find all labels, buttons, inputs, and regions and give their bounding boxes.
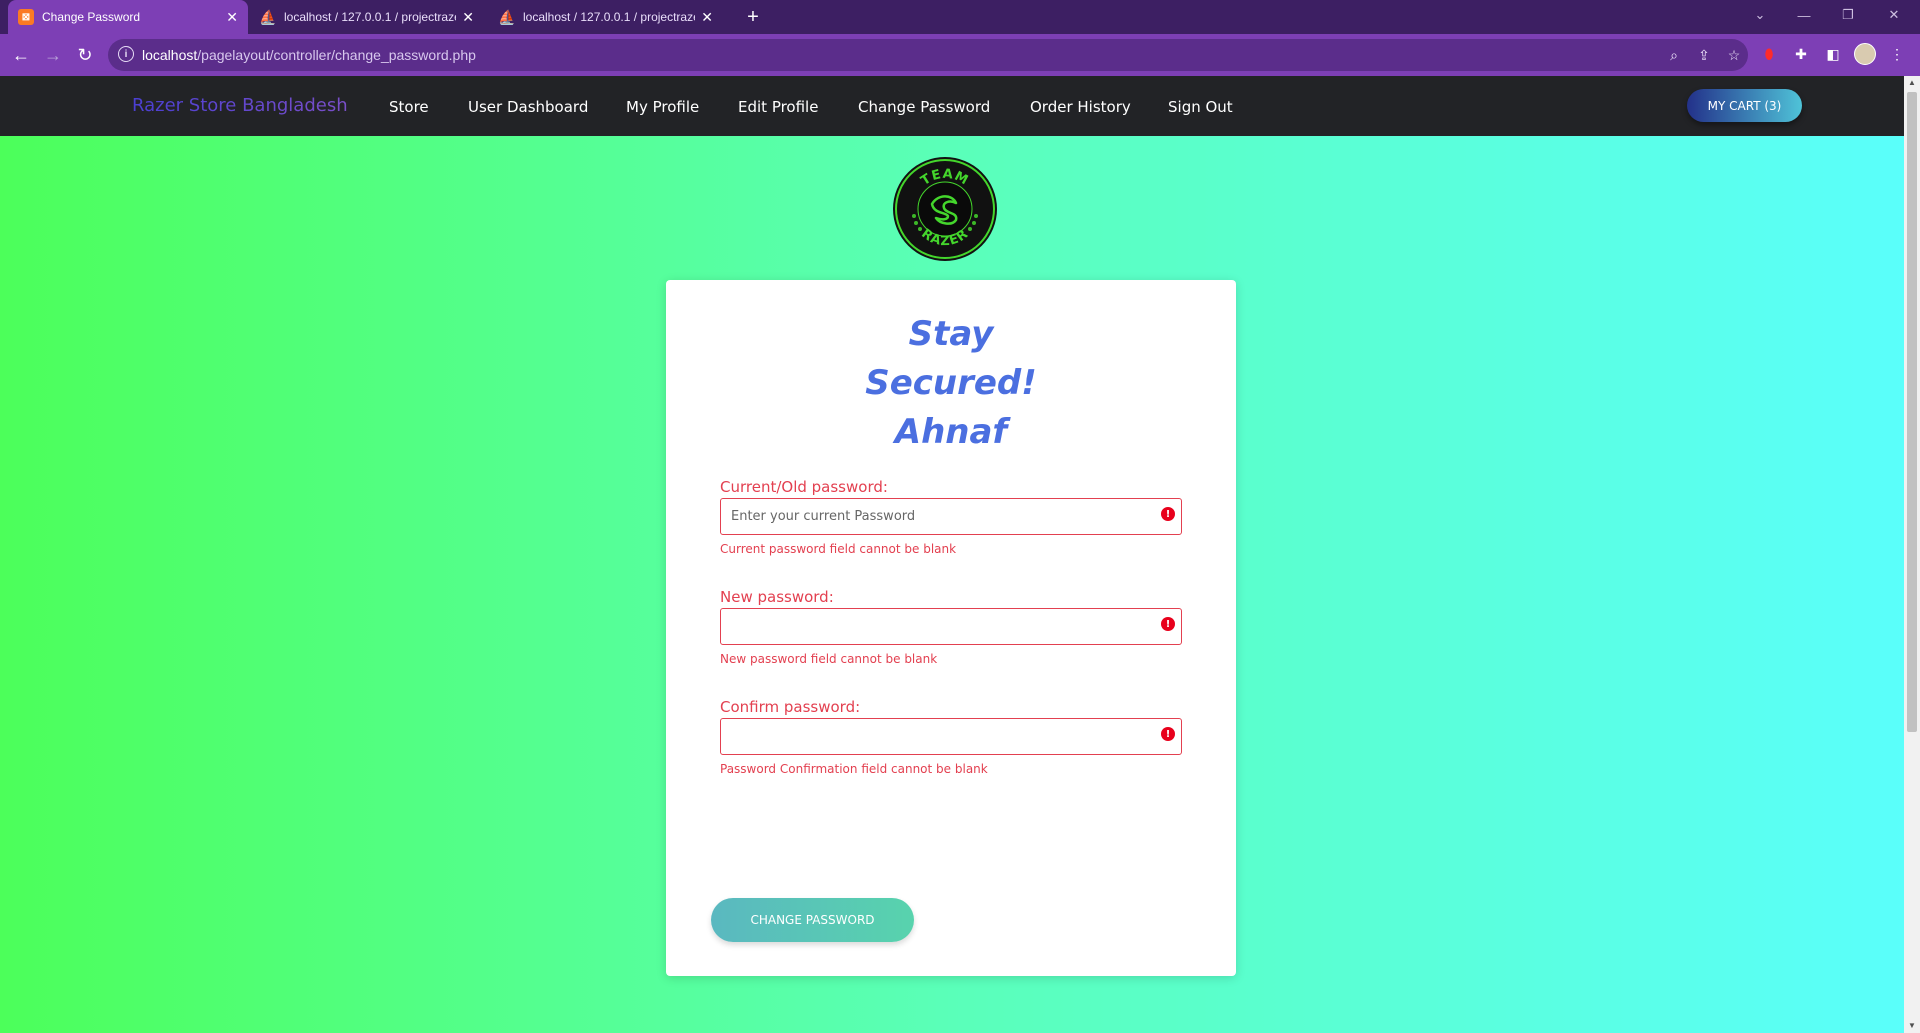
- tab-title: Change Password: [42, 10, 141, 24]
- phpmyadmin-favicon-icon: ⛵: [498, 8, 516, 25]
- scrollbar-thumb[interactable]: [1907, 92, 1917, 732]
- restore-button[interactable]: ❐: [1826, 0, 1870, 30]
- browser-toolbar: ← → ↻ i localhost/pagelayout/controller/…: [0, 34, 1920, 76]
- error-icon: !: [1161, 617, 1175, 631]
- close-window-button[interactable]: ✕: [1872, 0, 1916, 30]
- scroll-down-arrow-icon[interactable]: ▼: [1908, 1021, 1916, 1030]
- close-tab-icon[interactable]: ✕: [701, 9, 713, 26]
- site-info-icon[interactable]: i: [118, 46, 134, 62]
- current-password-error: Current password field cannot be blank: [720, 542, 957, 556]
- phpmyadmin-favicon-icon: ⛵: [259, 8, 277, 25]
- current-password-input[interactable]: [720, 498, 1182, 535]
- nav-store[interactable]: Store: [389, 98, 429, 116]
- reload-icon[interactable]: ↻: [72, 42, 98, 68]
- title-line: Secured!: [865, 363, 1037, 403]
- url-text: localhost/pagelayout/controller/change_p…: [142, 47, 476, 63]
- browser-tab-strip: ⊠ Change Password ✕ ⛵ localhost / 127.0.…: [0, 0, 1920, 34]
- tab-change-password[interactable]: ⊠ Change Password ✕: [8, 0, 248, 34]
- title-line: Stay: [908, 314, 994, 354]
- bookmark-star-icon[interactable]: ☆: [1725, 46, 1743, 64]
- new-tab-button[interactable]: +: [739, 3, 767, 31]
- tab-title: localhost / 127.0.0.1 / projectrazer: [523, 10, 696, 24]
- more-menu-icon[interactable]: ⋮: [1886, 43, 1908, 65]
- nav-user-dashboard[interactable]: User Dashboard: [468, 98, 588, 116]
- tab-phpmyadmin-1[interactable]: ⛵ localhost / 127.0.0.1 / projectrazer ✕: [250, 0, 484, 34]
- page-title: Stay Secured! Ahnaf: [666, 310, 1236, 457]
- page-scrollbar[interactable]: ▲ ▼: [1904, 76, 1920, 1033]
- site-navbar: Razer Store Bangladesh Store User Dashbo…: [0, 76, 1904, 136]
- address-bar[interactable]: i localhost/pagelayout/controller/change…: [108, 39, 1748, 71]
- nav-change-password[interactable]: Change Password: [858, 98, 990, 116]
- new-password-label: New password:: [720, 588, 834, 606]
- forward-arrow-icon[interactable]: →: [40, 42, 66, 68]
- error-icon: !: [1161, 727, 1175, 741]
- nav-order-history[interactable]: Order History: [1030, 98, 1131, 116]
- error-icon: !: [1161, 507, 1175, 521]
- extension-shield-icon[interactable]: ⬮: [1758, 43, 1780, 65]
- change-password-card: Stay Secured! Ahnaf Current/Old password…: [666, 280, 1236, 976]
- current-password-label: Current/Old password:: [720, 478, 888, 496]
- nav-edit-profile[interactable]: Edit Profile: [738, 98, 818, 116]
- nav-sign-out[interactable]: Sign Out: [1168, 98, 1233, 116]
- tab-search-chevron-icon[interactable]: ⌄: [1738, 0, 1782, 30]
- back-arrow-icon[interactable]: ←: [8, 42, 34, 68]
- confirm-password-input[interactable]: [720, 718, 1182, 755]
- page-viewport: Razer Store Bangladesh Store User Dashbo…: [0, 76, 1904, 1033]
- profile-avatar[interactable]: [1854, 43, 1876, 65]
- zoom-icon[interactable]: ⌕: [1665, 46, 1683, 64]
- extensions-puzzle-icon[interactable]: ✚: [1790, 43, 1812, 65]
- close-tab-icon[interactable]: ✕: [462, 9, 474, 26]
- my-cart-button[interactable]: MY CART (3): [1687, 89, 1802, 122]
- new-password-error: New password field cannot be blank: [720, 652, 938, 666]
- confirm-password-label: Confirm password:: [720, 698, 861, 716]
- nav-my-profile[interactable]: My Profile: [626, 98, 699, 116]
- new-password-input[interactable]: [720, 608, 1182, 645]
- tab-phpmyadmin-2[interactable]: ⛵ localhost / 127.0.0.1 / projectrazer ✕: [489, 0, 723, 34]
- share-icon[interactable]: ⇪: [1695, 46, 1713, 64]
- scroll-up-arrow-icon[interactable]: ▲: [1908, 78, 1916, 87]
- tab-title: localhost / 127.0.0.1 / projectrazer: [284, 10, 457, 24]
- minimize-button[interactable]: —: [1782, 0, 1826, 30]
- team-razer-logo: TEAM RAZER: [893, 157, 997, 261]
- close-tab-icon[interactable]: ✕: [226, 9, 238, 26]
- xampp-favicon-icon: ⊠: [18, 9, 34, 25]
- confirm-password-error: Password Confirmation field cannot be bl…: [720, 762, 988, 776]
- side-panel-icon[interactable]: ◧: [1822, 43, 1844, 65]
- site-brand[interactable]: Razer Store Bangladesh: [132, 95, 348, 116]
- title-line: Ahnaf: [894, 412, 1008, 452]
- change-password-button[interactable]: CHANGE PASSWORD: [711, 898, 914, 942]
